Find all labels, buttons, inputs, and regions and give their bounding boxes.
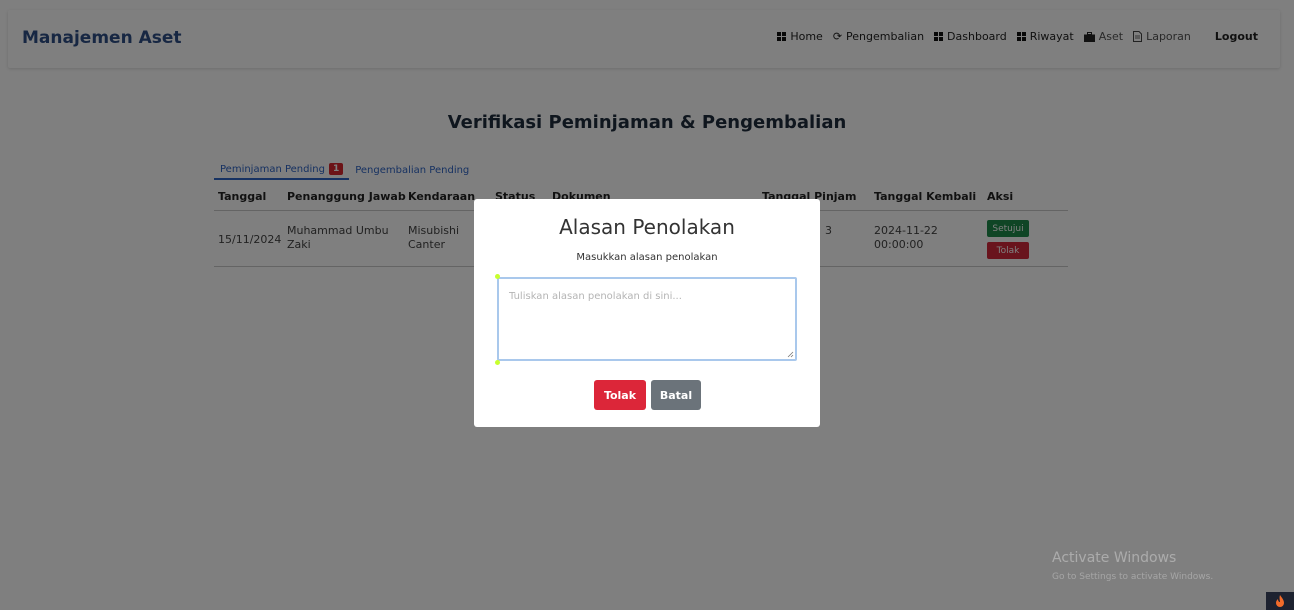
activate-windows-hint: Go to Settings to activate Windows.: [1052, 572, 1214, 582]
cancel-button[interactable]: Batal: [651, 380, 701, 410]
cursor-marker-icon: [495, 274, 500, 279]
activate-windows-watermark: Activate Windows: [1052, 550, 1177, 566]
confirm-reject-button[interactable]: Tolak: [594, 380, 646, 410]
resize-grip-icon[interactable]: [787, 351, 794, 358]
modal-subtitle: Masukkan alasan penolakan: [576, 252, 718, 263]
rejection-modal: Alasan Penolakan Masukkan alasan penolak…: [474, 199, 820, 427]
cursor-marker-icon: [495, 360, 500, 365]
rejection-reason-input[interactable]: [497, 277, 797, 361]
modal-title: Alasan Penolakan: [559, 215, 735, 239]
flame-icon: [1276, 595, 1284, 607]
corner-tray[interactable]: [1266, 592, 1294, 610]
